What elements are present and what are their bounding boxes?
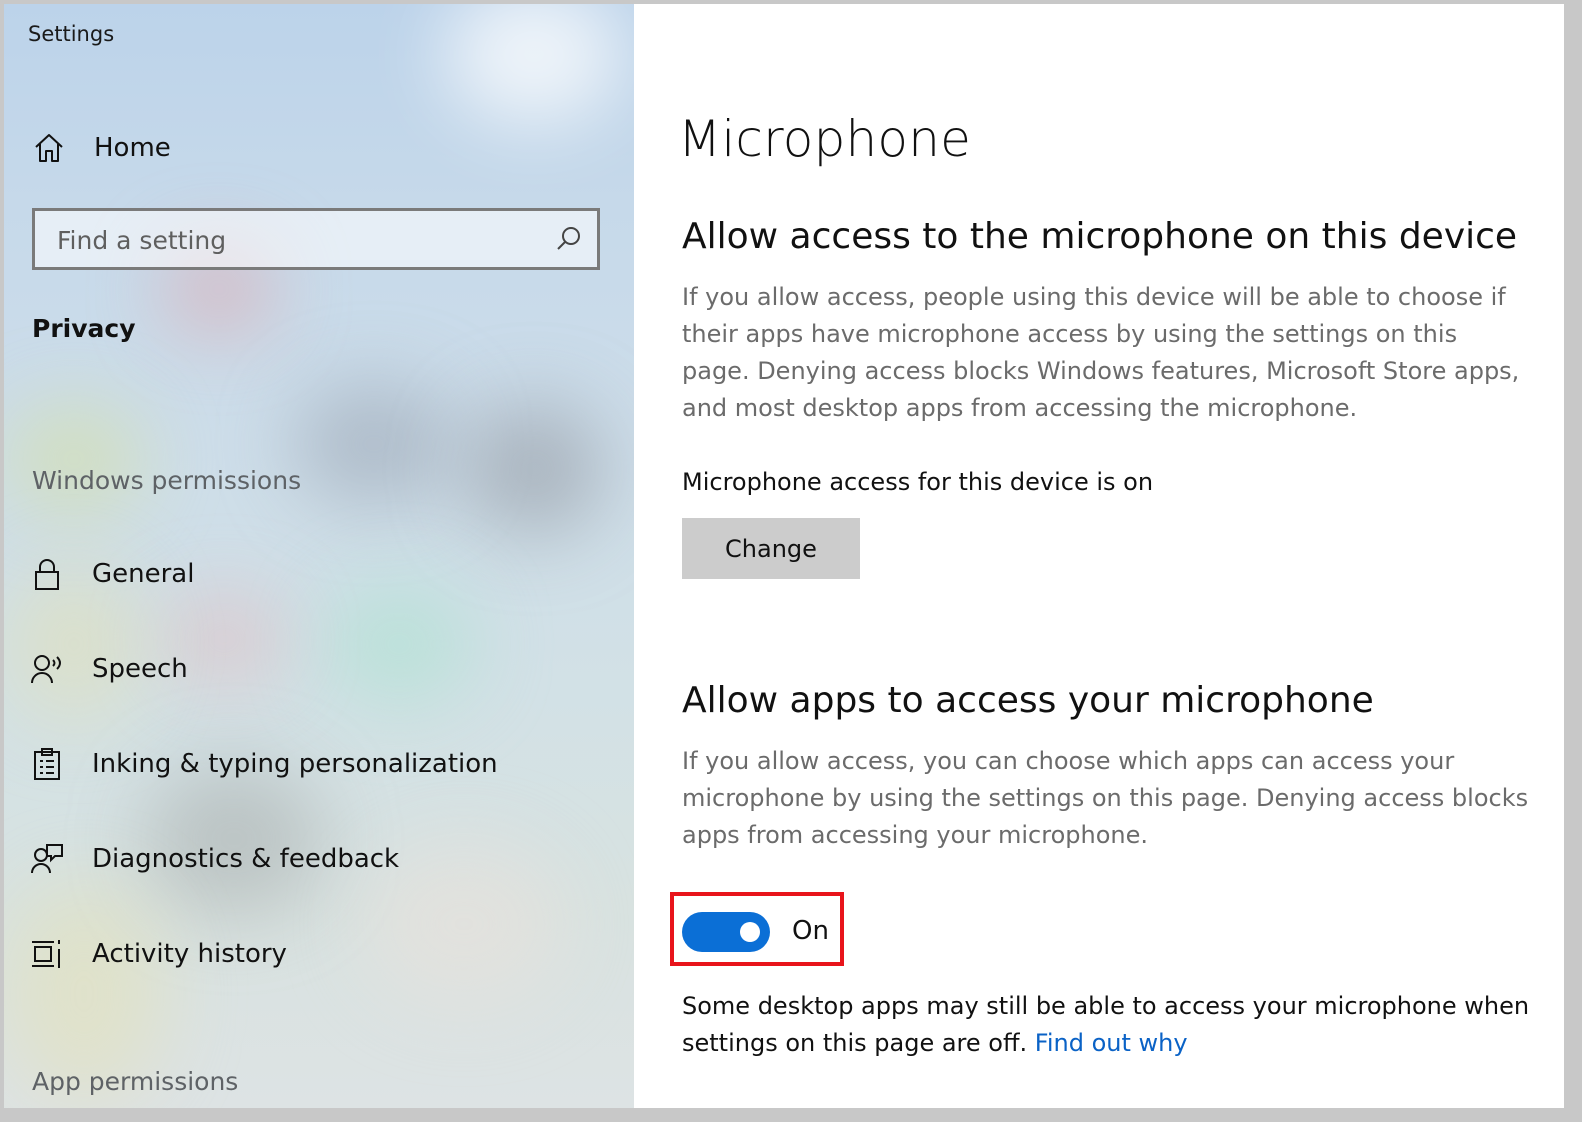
acrylic-blob <box>464 404 604 534</box>
device-access-description: If you allow access, people using this d… <box>682 283 1520 422</box>
feedback-icon <box>30 842 64 876</box>
home-icon <box>32 131 66 165</box>
device-access-heading: Allow access to the microphone on this d… <box>682 216 1518 257</box>
app-title: Settings <box>28 22 115 46</box>
acrylic-blob <box>294 384 454 504</box>
timeline-icon <box>30 937 64 971</box>
settings-window: Settings Home Privacy Windows permission… <box>4 4 1564 1108</box>
acrylic-blob <box>4 404 144 514</box>
sidebar-item-speech[interactable]: Speech <box>30 643 188 695</box>
lock-icon <box>30 557 64 591</box>
sidebar-item-label: Speech <box>92 654 188 684</box>
sidebar-item-label: General <box>92 559 195 589</box>
main-content: Microphone Allow access to the microphon… <box>634 4 1564 1108</box>
nav-home-label: Home <box>94 133 171 163</box>
clipboard-icon <box>30 747 64 781</box>
acrylic-blob <box>324 584 474 704</box>
change-button[interactable]: Change <box>682 518 860 579</box>
sidebar-item-label: Activity history <box>92 939 287 969</box>
app-access-description: If you allow access, you can choose whic… <box>682 747 1529 849</box>
device-access-status: Microphone access for this device is on <box>682 468 1154 496</box>
section-title-privacy: Privacy <box>32 314 136 343</box>
sidebar-item-general[interactable]: General <box>30 548 194 600</box>
group-label-app-permissions: App permissions <box>32 1067 239 1096</box>
find-out-why-link[interactable]: Find out why <box>1035 1029 1188 1057</box>
page-title: Microphone <box>678 110 972 168</box>
sidebar-item-diagnostics-feedback[interactable]: Diagnostics & feedback <box>30 833 399 885</box>
search-icon[interactable] <box>555 225 583 253</box>
toggle-knob <box>740 922 760 942</box>
nav-home[interactable]: Home <box>32 124 171 172</box>
toggle-state-label: On <box>792 916 829 946</box>
group-label-windows-permissions: Windows permissions <box>32 466 302 495</box>
sidebar-item-label: Diagnostics & feedback <box>92 844 400 874</box>
sidebar-item-inking-typing[interactable]: Inking & typing personalization <box>30 738 498 790</box>
search-input[interactable] <box>55 211 539 269</box>
sidebar-item-label: Inking & typing personalization <box>92 749 498 779</box>
search-box[interactable] <box>32 208 600 270</box>
acrylic-blob <box>444 4 624 124</box>
sidebar-item-activity-history[interactable]: Activity history <box>30 928 287 980</box>
sidebar: Settings Home Privacy Windows permission… <box>4 4 634 1108</box>
speech-icon <box>30 652 64 686</box>
app-access-heading: Allow apps to access your microphone <box>682 680 1374 721</box>
desktop-apps-note: Some desktop apps may still be able to a… <box>682 988 1552 1062</box>
microphone-access-toggle[interactable] <box>682 912 770 952</box>
